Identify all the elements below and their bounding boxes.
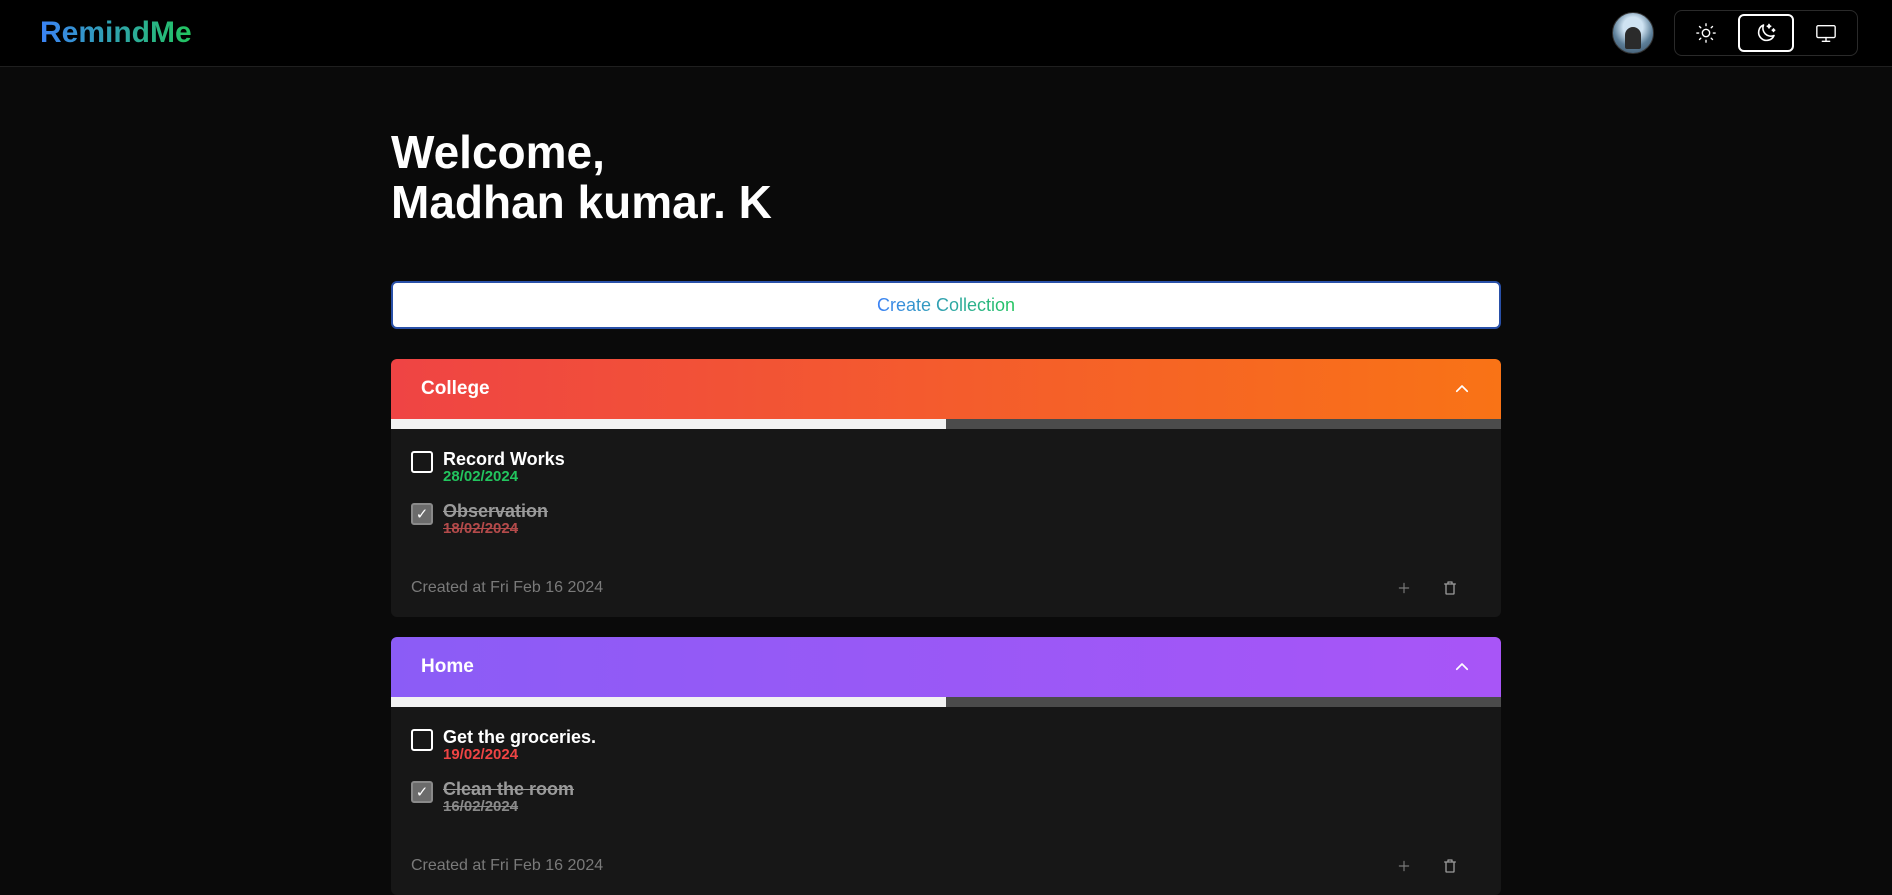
chevron-up-icon[interactable] [1453, 380, 1471, 398]
collection-body: Get the groceries. 19/02/2024 ✓ Clean th… [391, 707, 1501, 895]
task-title: Observation [443, 501, 549, 521]
collection-footer: Created at Fri Feb 16 2024 [411, 565, 1481, 617]
collection-actions [1395, 579, 1481, 597]
user-name: Madhan kumar. K [391, 176, 772, 228]
task-date: 16/02/2024 [443, 798, 519, 815]
trash-icon [1444, 581, 1456, 595]
welcome-heading: Welcome, Madhan kumar. K [391, 127, 1501, 227]
task-checkbox-checked[interactable]: ✓ [411, 503, 433, 525]
plus-icon [1398, 582, 1410, 594]
task-date: 18/02/2024 [443, 520, 519, 537]
monitor-icon [1816, 24, 1836, 42]
task-title: Clean the room [443, 779, 575, 799]
main-content: Welcome, Madhan kumar. K Create Collecti… [391, 67, 1501, 895]
check-icon: ✓ [415, 784, 429, 801]
collection-progress-bar [391, 697, 1501, 707]
task-title: Record Works [443, 449, 565, 469]
theme-switcher [1674, 10, 1858, 56]
task-item: ✓ Observation 18/02/2024 [411, 501, 1481, 553]
user-avatar[interactable] [1612, 12, 1654, 54]
check-icon: ✓ [415, 506, 429, 523]
progress-fill [391, 419, 946, 429]
theme-light-button[interactable] [1678, 14, 1734, 52]
collection-header[interactable]: Home [391, 637, 1501, 697]
collection-actions [1395, 857, 1481, 875]
task-title: Get the groceries. [443, 727, 597, 747]
task-date: 19/02/2024 [443, 746, 519, 763]
plus-icon [1398, 860, 1410, 872]
collection-card: Home Get the groceries. 19/02/2024 ✓ Cle… [391, 637, 1501, 895]
app-logo[interactable]: RemindMe [40, 16, 192, 50]
add-task-button[interactable] [1395, 857, 1413, 875]
created-at-text: Created at Fri Feb 16 2024 [411, 857, 604, 874]
add-task-button[interactable] [1395, 579, 1413, 597]
task-item: Get the groceries. 19/02/2024 [411, 727, 1481, 779]
welcome-line: Welcome, [391, 126, 605, 178]
collection-footer: Created at Fri Feb 16 2024 [411, 843, 1481, 895]
theme-dark-button[interactable] [1738, 14, 1794, 52]
task-checkbox[interactable] [411, 729, 433, 751]
delete-collection-button[interactable] [1441, 857, 1459, 875]
delete-collection-button[interactable] [1441, 579, 1459, 597]
trash-icon [1444, 859, 1456, 873]
task-item: Record Works 28/02/2024 [411, 449, 1481, 501]
collection-name: College [421, 378, 490, 399]
task-item: ✓ Clean the room 16/02/2024 [411, 779, 1481, 831]
collection-header[interactable]: College [391, 359, 1501, 419]
collection-name: Home [421, 656, 474, 677]
navbar-actions [1612, 10, 1858, 56]
create-collection-button[interactable]: Create Collection [391, 281, 1501, 329]
collection-body: Record Works 28/02/2024 ✓ Observation 18… [391, 429, 1501, 617]
moon-stars-icon [1757, 23, 1776, 42]
sun-icon [1696, 23, 1716, 43]
progress-fill [391, 697, 946, 707]
collection-progress-bar [391, 419, 1501, 429]
navbar: RemindMe [0, 0, 1892, 67]
collection-card: College Record Works 28/02/2024 ✓ Observ… [391, 359, 1501, 617]
create-collection-label: Create Collection [876, 294, 1016, 315]
theme-system-button[interactable] [1798, 14, 1854, 52]
chevron-up-icon[interactable] [1453, 658, 1471, 676]
task-checkbox[interactable] [411, 451, 433, 473]
task-checkbox-checked[interactable]: ✓ [411, 781, 433, 803]
task-date: 28/02/2024 [443, 468, 519, 485]
created-at-text: Created at Fri Feb 16 2024 [411, 579, 604, 596]
